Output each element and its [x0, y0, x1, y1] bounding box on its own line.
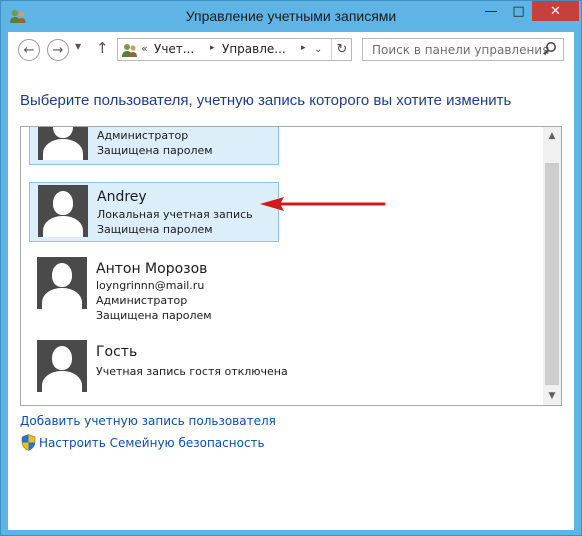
- recent-locations-button[interactable]: ▼: [75, 42, 81, 51]
- window-content: ← → ▼ ↑ « Учет... ▸ Управле... ▸ ⌄ ↻ Пои…: [8, 32, 574, 530]
- forward-arrow-icon: →: [52, 42, 64, 58]
- breadcrumb-separator-icon[interactable]: ▸: [210, 43, 215, 53]
- account-protection: Защищена паролем: [96, 309, 212, 322]
- refresh-icon: ↻: [336, 42, 348, 57]
- account-tile-andrey[interactable]: Andrey Локальная учетная запись Защищена…: [29, 182, 279, 242]
- user-avatar-icon: [37, 257, 87, 309]
- vertical-scrollbar[interactable]: ▲ ▼: [543, 127, 561, 405]
- scroll-down-icon[interactable]: ▼: [543, 387, 561, 405]
- forward-button[interactable]: →: [47, 39, 69, 61]
- control-panel-icon: [122, 44, 137, 57]
- account-type: Локальная учетная запись: [97, 208, 253, 221]
- scroll-up-icon[interactable]: ▲: [543, 127, 561, 145]
- back-arrow-icon: ←: [23, 42, 35, 58]
- minimize-button[interactable]: —: [477, 1, 505, 21]
- refresh-button[interactable]: ↻: [331, 39, 352, 60]
- search-placeholder: Поиск в панели управления: [372, 43, 550, 57]
- account-protection: Защищена паролем: [97, 223, 213, 236]
- accounts-list-viewport: Администратор Защищена паролем Andrey Ло…: [21, 127, 541, 405]
- account-name: Andrey: [97, 189, 147, 205]
- account-tile-admin[interactable]: Администратор Защищена паролем: [29, 127, 279, 165]
- search-icon[interactable]: [543, 41, 557, 57]
- user-avatar-icon: [38, 185, 88, 237]
- page-title: Выберите пользователя, учетную запись ко…: [20, 92, 512, 109]
- account-type: Администратор: [97, 129, 189, 142]
- account-status: Учетная запись гостя отключена: [96, 365, 288, 378]
- title-bar[interactable]: Управление учетными записями — □ ✕: [1, 1, 581, 32]
- user-avatar-icon: [38, 127, 88, 160]
- up-button[interactable]: ↑: [96, 39, 109, 57]
- breadcrumb-user-accounts[interactable]: Учет...: [154, 42, 194, 56]
- user-avatar-icon: [37, 340, 87, 392]
- accounts-list: Администратор Защищена паролем Andrey Ло…: [20, 126, 562, 406]
- account-tile-guest[interactable]: Гость Учетная запись гостя отключена: [29, 338, 288, 398]
- breadcrumb-manage-accounts[interactable]: Управле...: [222, 42, 286, 56]
- address-bar[interactable]: « Учет... ▸ Управле... ▸ ⌄ ↻: [117, 38, 352, 61]
- search-box[interactable]: Поиск в панели управления: [362, 38, 564, 61]
- overflow-chevron-icon[interactable]: «: [141, 42, 148, 55]
- back-button[interactable]: ←: [18, 39, 40, 61]
- red-arrow-annotation: [260, 197, 386, 211]
- breadcrumb-separator-icon[interactable]: ▸: [301, 43, 306, 53]
- maximize-button[interactable]: □: [505, 1, 532, 21]
- account-email: loyngrinnn@mail.ru: [96, 279, 205, 292]
- uac-shield-icon: [21, 434, 36, 451]
- family-safety-link[interactable]: Настроить Семейную безопасность: [39, 436, 265, 450]
- address-dropdown-icon[interactable]: ⌄: [314, 44, 322, 55]
- window: Управление учетными записями — □ ✕ ← → ▼…: [0, 0, 582, 536]
- account-protection: Защищена паролем: [97, 144, 213, 157]
- account-name: Антон Морозов: [96, 261, 208, 277]
- account-type: Администратор: [96, 294, 188, 307]
- account-name: Гость: [96, 344, 138, 360]
- account-tile-anton[interactable]: Антон Морозов loyngrinnn@mail.ru Админис…: [29, 255, 279, 325]
- add-user-account-link[interactable]: Добавить учетную запись пользователя: [20, 414, 276, 428]
- navigation-toolbar: ← → ▼ ↑ « Учет... ▸ Управле... ▸ ⌄ ↻ Пои…: [8, 32, 574, 68]
- scroll-thumb[interactable]: [545, 163, 559, 385]
- close-button[interactable]: ✕: [532, 1, 579, 21]
